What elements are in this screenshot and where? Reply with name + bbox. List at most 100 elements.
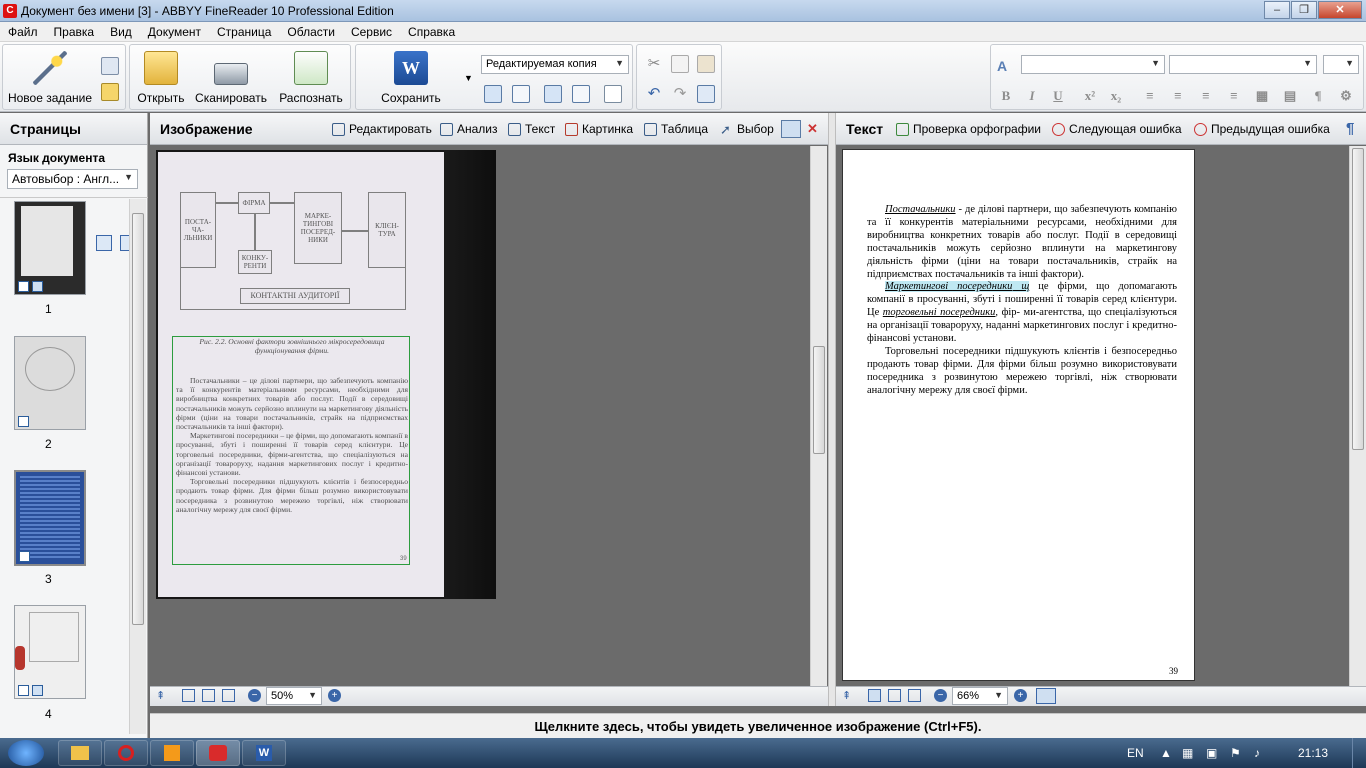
text-scrollbar[interactable]: [1349, 146, 1366, 686]
scanned-page-image[interactable]: ПОСТА-ЧА-ЛЬНИКИ ФІРМА МАРКЕ-ТИНГОВІ ПОСЕ…: [156, 150, 496, 599]
actual-size-icon[interactable]: [222, 689, 235, 702]
font-name-select[interactable]: ▼: [1021, 55, 1165, 74]
italic-icon[interactable]: I: [1023, 87, 1041, 105]
delete-area-icon[interactable]: ✕: [807, 122, 821, 136]
word-task-icon[interactable]: W: [242, 740, 286, 766]
zoom-out-icon[interactable]: −: [248, 689, 261, 702]
menu-page[interactable]: Страница: [209, 25, 279, 39]
tray-arrow-icon[interactable]: ▲: [1160, 746, 1172, 760]
image-zoom-select[interactable]: 50% ▼: [266, 687, 322, 705]
tool-edit[interactable]: Редактировать: [332, 122, 432, 136]
start-button[interactable]: [8, 740, 44, 766]
new-task-button[interactable]: Новое задание: [7, 51, 93, 105]
pages-scrollbar-thumb[interactable]: [132, 213, 144, 625]
pages-scrollbar[interactable]: [129, 199, 146, 734]
scan-button[interactable]: Сканировать: [192, 51, 270, 105]
paste-icon[interactable]: [697, 55, 715, 73]
fit-width-icon[interactable]: [182, 689, 195, 702]
superscript-icon[interactable]: x²: [1081, 87, 1099, 105]
layout-icon-3[interactable]: [544, 85, 562, 103]
page-thumbnail-4[interactable]: [14, 605, 86, 699]
undo-icon[interactable]: ↶: [645, 85, 663, 103]
minimize-button[interactable]: –: [1264, 1, 1290, 19]
close-button[interactable]: ✕: [1318, 1, 1362, 19]
actual-size-icon[interactable]: [908, 689, 921, 702]
recognized-text-page[interactable]: Постачальники - де ділові партнери, що з…: [842, 149, 1195, 681]
menu-view[interactable]: Вид: [102, 25, 140, 39]
special-paste-icon[interactable]: [697, 85, 715, 103]
page-thumbnail-1[interactable]: [14, 201, 86, 295]
explorer-task-icon[interactable]: [58, 740, 102, 766]
language-select[interactable]: Автовыбор : Англ... ▼: [7, 169, 138, 189]
layout-icon-2[interactable]: [512, 85, 530, 103]
zoom-in-icon[interactable]: +: [328, 689, 341, 702]
menu-help[interactable]: Справка: [400, 25, 463, 39]
align-right-icon[interactable]: ≡: [1197, 87, 1215, 105]
volume-icon[interactable]: ♪: [1254, 746, 1260, 760]
redo-icon[interactable]: ↷: [671, 85, 689, 103]
align-center-icon[interactable]: ≡: [1169, 87, 1187, 105]
fit-height-icon[interactable]: [888, 689, 901, 702]
table-icon[interactable]: ▦: [1253, 87, 1271, 105]
menu-areas[interactable]: Области: [279, 25, 343, 39]
subscript-icon[interactable]: x₂: [1107, 87, 1125, 105]
zoom-in-icon[interactable]: +: [1014, 689, 1027, 702]
tool-analyze[interactable]: Анализ: [440, 122, 498, 136]
fit-height-icon[interactable]: [202, 689, 215, 702]
zoom-hint-bar[interactable]: Щелкните здесь, чтобы увидеть увеличенно…: [150, 713, 1366, 738]
recognized-text[interactable]: Постачальники - де ділові партнери, що з…: [867, 204, 1177, 398]
layout-icon-4[interactable]: [572, 85, 590, 103]
columns-icon[interactable]: ▤: [1281, 87, 1299, 105]
next-error-button[interactable]: Следующая ошибка: [1052, 122, 1182, 136]
pilcrow-icon[interactable]: ¶: [1346, 120, 1354, 137]
text-scrollbar-thumb[interactable]: [1352, 148, 1364, 450]
fit-page-icon[interactable]: ⇞: [156, 689, 165, 702]
image-scrollbar-thumb[interactable]: [813, 346, 825, 454]
zoom-out-icon[interactable]: −: [934, 689, 947, 702]
save-format-select[interactable]: Редактируемая копия ▼: [481, 55, 629, 74]
tool-table[interactable]: Таблица: [644, 122, 708, 136]
font-style-icon[interactable]: A: [997, 57, 1015, 75]
menu-edit[interactable]: Правка: [46, 25, 103, 39]
open-button[interactable]: Открыть: [134, 51, 188, 105]
media-player-task-icon[interactable]: [150, 740, 194, 766]
show-desktop-button[interactable]: [1352, 738, 1366, 768]
maximize-button[interactable]: ❐: [1291, 1, 1317, 19]
text-zoom-select[interactable]: 66% ▼: [952, 687, 1008, 705]
opera-task-icon[interactable]: [104, 740, 148, 766]
settings-folder-icon[interactable]: [101, 83, 119, 101]
tool-picture[interactable]: Картинка: [565, 122, 633, 136]
tray-app-icon[interactable]: ▣: [1206, 746, 1217, 760]
fit-width-icon[interactable]: [868, 689, 881, 702]
align-left-icon[interactable]: ≡: [1141, 87, 1159, 105]
color-select[interactable]: ▼: [1323, 55, 1359, 74]
layout-icon-1[interactable]: [484, 85, 502, 103]
wrench-icon[interactable]: [604, 85, 622, 103]
save-dropdown-arrow[interactable]: ▼: [464, 73, 473, 83]
cut-icon[interactable]: ✂: [645, 55, 663, 73]
font-size-select[interactable]: ▼: [1169, 55, 1317, 74]
highlight-uncertain-icon[interactable]: [1036, 688, 1056, 704]
clock[interactable]: 21:13: [1298, 746, 1328, 760]
menu-tools[interactable]: Сервис: [343, 25, 400, 39]
bold-icon[interactable]: B: [997, 87, 1015, 105]
tool-select[interactable]: ➚ Выбор: [720, 122, 774, 136]
image-scrollbar[interactable]: [810, 146, 827, 686]
menu-document[interactable]: Документ: [140, 25, 209, 39]
page-down-icon[interactable]: [96, 235, 112, 251]
tool-text[interactable]: Текст: [508, 122, 555, 136]
copy-icon[interactable]: [671, 55, 689, 73]
paragraph-icon[interactable]: ¶: [1309, 87, 1327, 105]
finereader-task-icon[interactable]: [196, 740, 240, 766]
page-thumbnail-2[interactable]: [14, 336, 86, 430]
align-justify-icon[interactable]: ≡: [1225, 87, 1243, 105]
prev-error-button[interactable]: Предыдущая ошибка: [1194, 122, 1330, 136]
menu-file[interactable]: Файл: [0, 25, 46, 39]
save-button[interactable]: W Сохранить: [364, 51, 458, 105]
page-thumbnail-3[interactable]: [14, 470, 86, 566]
network-icon[interactable]: ▦: [1182, 746, 1193, 760]
document-icon[interactable]: [101, 57, 119, 75]
panel-splitter[interactable]: [828, 113, 836, 706]
fit-page-icon[interactable]: ⇞: [842, 689, 851, 702]
underline-icon[interactable]: U: [1049, 87, 1067, 105]
